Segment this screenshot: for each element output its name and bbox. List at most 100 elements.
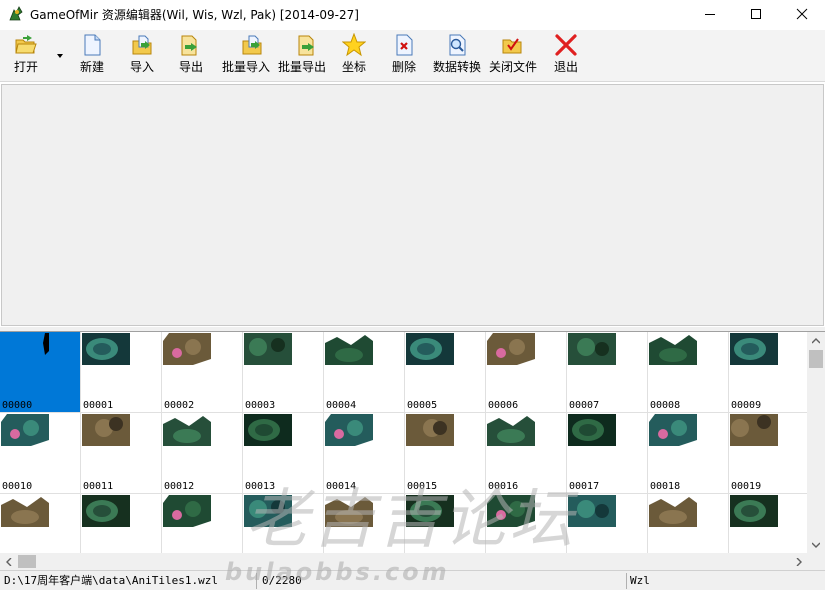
chevron-right-icon	[796, 557, 802, 566]
thumbnail-cell[interactable]: 00015	[405, 413, 486, 494]
thumbnail-cell[interactable]: 00012	[162, 413, 243, 494]
thumbnail-cell[interactable]	[648, 494, 729, 553]
tile-thumbnail-image	[487, 416, 535, 446]
tile-thumbnail-image	[82, 495, 130, 527]
thumbnail-cell[interactable]: 00017	[567, 413, 648, 494]
thumbnail-cell[interactable]	[324, 494, 405, 553]
thumbnail-cell[interactable]	[81, 494, 162, 553]
scrollbar-corner	[807, 553, 825, 570]
tile-thumbnail-image	[406, 414, 454, 446]
batch-export-button[interactable]: 批量导出	[278, 33, 326, 79]
tile-thumbnail-image	[406, 333, 454, 365]
exit-button[interactable]: 退出	[554, 33, 578, 79]
close-file-button[interactable]: 关闭文件	[489, 33, 537, 79]
thumbnail-index-label: 00011	[83, 481, 115, 492]
thumbnail-cell[interactable]: 00014	[324, 413, 405, 494]
status-format: Wzl	[630, 574, 650, 587]
search-document-icon	[449, 34, 466, 56]
tile-thumbnail-image	[244, 414, 292, 446]
folder-open-icon	[15, 35, 37, 54]
convert-label: 数据转换	[433, 60, 482, 74]
tile-thumbnail-image	[1, 497, 49, 527]
thumbnail-cell[interactable]: 00008	[648, 332, 729, 413]
thumbnail-cell[interactable]	[162, 494, 243, 553]
tile-thumbnail-image	[244, 333, 292, 365]
tile-thumbnail-image	[649, 414, 697, 446]
batch-export-icon	[298, 35, 314, 56]
thumbnail-cell[interactable]: 00000	[0, 332, 81, 413]
new-button[interactable]: 新建	[80, 33, 104, 79]
thumbnail-grid[interactable]: 00000 00001 00002 00003 00004 00005 00006 00007…	[0, 332, 807, 553]
vertical-scrollbar[interactable]	[807, 332, 825, 553]
thumbnail-index-label: 00001	[83, 400, 115, 411]
tile-thumbnail-image	[487, 495, 535, 527]
thumbnail-cell[interactable]: 00006	[486, 332, 567, 413]
status-separator	[626, 573, 627, 589]
window-controls	[687, 0, 825, 28]
batch-import-button[interactable]: 批量导入	[222, 33, 270, 79]
thumbnail-cell[interactable]: 00009	[729, 332, 807, 413]
batch-import-icon	[242, 35, 262, 55]
scroll-right-button[interactable]	[790, 553, 807, 570]
thumbnail-cell[interactable]	[243, 494, 324, 553]
batch-import-label: 批量导入	[222, 60, 271, 74]
tile-thumbnail-image	[568, 333, 616, 365]
thumbnail-cell[interactable]: 00010	[0, 413, 81, 494]
vertical-scroll-thumb[interactable]	[809, 350, 823, 368]
status-separator	[256, 573, 257, 589]
thumbnail-cell[interactable]: 00001	[81, 332, 162, 413]
coordinates-label: 坐标	[342, 60, 367, 74]
window-title: GameOfMir 资源编辑器(Wil, Wis, Wzl, Pak) [201…	[30, 7, 359, 22]
close-icon	[796, 8, 808, 20]
thumbnail-cell[interactable]: 00013	[243, 413, 324, 494]
minimize-button[interactable]	[687, 0, 733, 28]
coordinates-button[interactable]: 坐标	[342, 33, 366, 79]
tile-thumbnail-image	[730, 495, 778, 527]
thumbnail-cell[interactable]: 00011	[81, 413, 162, 494]
scroll-down-button[interactable]	[807, 536, 825, 553]
status-bar: D:\17周年客户端\data\AniTiles1.wzl 0/2280 Wzl	[0, 570, 825, 590]
open-button[interactable]: 打开	[14, 33, 38, 79]
thumbnail-cell[interactable]: 00003	[243, 332, 324, 413]
thumbnail-cell[interactable]: 00005	[405, 332, 486, 413]
thumbnail-cell[interactable]: 00016	[486, 413, 567, 494]
horizontal-scroll-thumb[interactable]	[18, 555, 36, 568]
image-preview-pane[interactable]	[1, 84, 824, 326]
thumbnail-cell[interactable]	[405, 494, 486, 553]
thumbnail-cell[interactable]: 00002	[162, 332, 243, 413]
chevron-down-icon[interactable]	[56, 52, 64, 60]
delete-document-icon	[396, 34, 413, 56]
thumbnail-index-label: 00013	[245, 481, 277, 492]
tile-thumbnail-image	[730, 414, 778, 446]
horizontal-scrollbar[interactable]	[0, 553, 807, 570]
title-bar: GameOfMir 资源编辑器(Wil, Wis, Wzl, Pak) [201…	[0, 0, 825, 28]
thumbnail-cell[interactable]: 00018	[648, 413, 729, 494]
thumbnail-cell[interactable]	[486, 494, 567, 553]
thumbnail-index-label: 00006	[488, 400, 520, 411]
chevron-up-icon	[812, 337, 820, 343]
thumbnail-cell[interactable]: 00019	[729, 413, 807, 494]
tile-thumbnail-image	[568, 495, 616, 527]
tile-thumbnail-image	[487, 333, 535, 365]
thumbnail-cell[interactable]	[729, 494, 807, 553]
scroll-left-button[interactable]	[0, 553, 17, 570]
thumbnail-cell[interactable]	[0, 494, 81, 553]
delete-label: 删除	[392, 60, 417, 74]
thumbnail-index-label: 00014	[326, 481, 358, 492]
maximize-icon	[751, 9, 761, 19]
thumbnail-cell[interactable]: 00004	[324, 332, 405, 413]
thumbnail-cell[interactable]	[567, 494, 648, 553]
convert-button[interactable]: 数据转换	[433, 33, 481, 79]
maximize-button[interactable]	[733, 0, 779, 28]
exit-label: 退出	[554, 60, 579, 74]
close-window-button[interactable]	[779, 0, 825, 28]
delete-button[interactable]: 删除	[392, 33, 416, 79]
import-button[interactable]: 导入	[130, 33, 154, 79]
exit-x-icon	[555, 34, 577, 56]
export-button[interactable]: 导出	[179, 33, 203, 79]
thumbnail-cell[interactable]: 00007	[567, 332, 648, 413]
import-label: 导入	[130, 60, 155, 74]
tile-thumbnail-image	[730, 333, 778, 365]
chevron-left-icon	[5, 557, 11, 566]
scroll-up-button[interactable]	[807, 332, 825, 349]
